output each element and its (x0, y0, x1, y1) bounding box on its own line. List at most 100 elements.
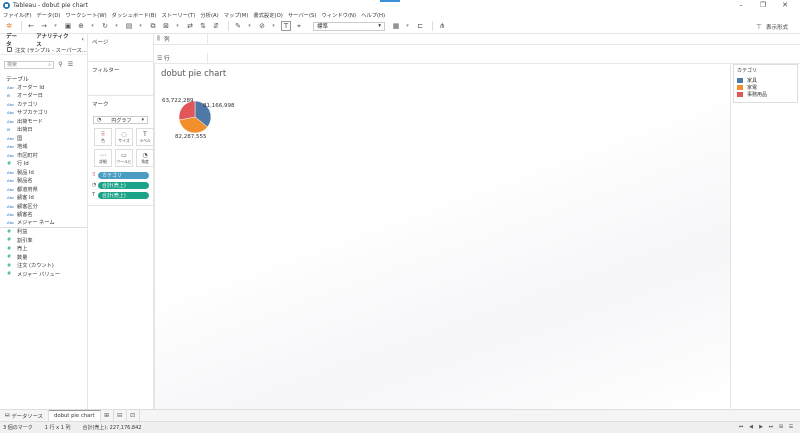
undo-icon[interactable]: ← (26, 21, 36, 31)
duplicate-sheet-icon[interactable]: ⧉ (148, 21, 158, 31)
new-dashboard-tab-icon[interactable]: ⊟ (114, 409, 127, 422)
measure-field[interactable]: # 利益 (0, 228, 87, 237)
filters-card[interactable]: フィルター (88, 62, 153, 96)
group-icon[interactable]: ⊘ (257, 21, 267, 31)
dimension-field[interactable]: Abc 国 (0, 134, 87, 143)
color-button[interactable]: ⠿ 色 (94, 128, 112, 146)
menu-analysis[interactable]: 分析(A) (200, 11, 218, 19)
dimension-field[interactable]: Abc メジャー ネーム (0, 219, 87, 228)
collapse-pane-icon[interactable]: ‹ (82, 36, 84, 43)
redo-dropdown-icon[interactable]: ▾ (52, 21, 59, 31)
menu-server[interactable]: サーバー(S) (288, 11, 317, 19)
dimension-field[interactable]: ⊟ オーダー日 (0, 92, 87, 101)
dimension-field[interactable]: Abc 製品名 (0, 177, 87, 186)
color-legend[interactable]: カテゴリ 家具 家電 事務用品 (733, 64, 798, 103)
group-dropdown-icon[interactable]: ▾ (270, 21, 277, 31)
mark-type-dropdown[interactable]: ◔ 円グラフ ▾ (93, 116, 148, 124)
dimension-field[interactable]: Abc 都道府県 (0, 185, 87, 194)
measure-field[interactable]: # メジャー バリュー (0, 270, 87, 279)
dimension-field[interactable]: Abc 顧客 Id (0, 194, 87, 203)
show-me-button[interactable]: ⊤ 表示形式 (754, 22, 788, 32)
maximize-button[interactable]: ❐ (752, 0, 774, 10)
dimension-field[interactable]: Abc 顧客区分 (0, 202, 87, 211)
dimension-field[interactable]: Abc 製品 Id (0, 168, 87, 177)
show-labels-icon[interactable]: T (281, 21, 291, 31)
menu-map[interactable]: マップ(M) (224, 11, 249, 19)
view-options-icon[interactable]: ☰ (67, 60, 74, 70)
measure-field[interactable]: # 割引率 (0, 236, 87, 245)
search-input[interactable]: 検索 ⌕ (4, 60, 54, 69)
save-icon[interactable]: ▣ (63, 21, 73, 31)
dimension-field[interactable]: Abc オーダー Id (0, 83, 87, 92)
size-button[interactable]: ◌ サイズ (115, 128, 133, 146)
clear-dropdown-icon[interactable]: ▾ (174, 21, 181, 31)
new-worksheet-dropdown-icon[interactable]: ▾ (137, 21, 144, 31)
dimension-field[interactable]: Abc 出荷モード (0, 117, 87, 126)
filter-icon[interactable]: ⚲ (57, 60, 64, 70)
detail-button[interactable]: ⋯ 詳細 (94, 149, 112, 167)
dimension-field[interactable]: Abc カテゴリ (0, 100, 87, 109)
share-icon[interactable]: ⋔ (437, 21, 447, 31)
menu-file[interactable]: ファイル(F) (3, 11, 31, 19)
toggle-cards-icon[interactable]: ▦ (391, 21, 401, 31)
nav-first-icon[interactable]: ⏮ (736, 424, 746, 430)
columns-shelf[interactable]: ⫼ 列 (154, 33, 800, 45)
fix-axes-icon[interactable]: ⌖ (294, 21, 304, 31)
dimension-field[interactable]: Abc 市区町村 (0, 151, 87, 160)
minimize-button[interactable]: – (730, 0, 752, 10)
dimension-field[interactable]: Abc 顧客名 (0, 211, 87, 220)
legend-item[interactable]: 家電 (737, 84, 794, 91)
new-worksheet-tab-icon[interactable]: ⊞ (101, 409, 114, 422)
swap-icon[interactable]: ⇄ (185, 21, 195, 31)
measure-field[interactable]: # 注文 (カウント) (0, 262, 87, 271)
menu-data[interactable]: データ(D) (36, 11, 60, 19)
measure-field[interactable]: # 数量 (0, 253, 87, 262)
sales-angle-pill[interactable]: 合計(売上) (97, 181, 149, 189)
new-story-tab-icon[interactable]: ⊡ (127, 409, 140, 422)
nav-next-icon[interactable]: ▶ (756, 424, 766, 430)
menu-format[interactable]: 書式設定(O) (253, 11, 283, 19)
refresh-icon[interactable]: ↻ (100, 21, 110, 31)
nav-last-icon[interactable]: ⏭ (766, 424, 776, 430)
pages-card[interactable]: ページ (88, 34, 153, 62)
measure-field[interactable]: # 売上 (0, 245, 87, 254)
dimension-field[interactable]: # 行 Id (0, 160, 87, 169)
grid-view-icon[interactable]: ⊞ (776, 424, 786, 430)
legend-item[interactable]: 事務用品 (737, 91, 794, 98)
redo-icon[interactable]: → (39, 21, 49, 31)
clear-sheet-icon[interactable]: ⊠ (161, 21, 171, 31)
fit-dropdown[interactable]: 標準 ▾ (313, 21, 385, 31)
dimension-field[interactable]: Abc サブカテゴリ (0, 109, 87, 118)
pie-chart[interactable]: 81,166,998 82,287,555 63,722,289 (155, 64, 730, 409)
nav-prev-icon[interactable]: ◀ (746, 424, 756, 430)
angle-button[interactable]: ◔ 角度 (136, 149, 154, 167)
datasource-dropdown-icon[interactable]: ▾ (89, 21, 96, 31)
highlight-icon[interactable]: ✎ (233, 21, 243, 31)
tab-sheet[interactable]: dobut pie chart (48, 409, 101, 422)
list-view-icon[interactable]: ☰ (786, 424, 796, 430)
cards-dropdown-icon[interactable]: ▾ (404, 21, 411, 31)
menu-window[interactable]: ウィンドウ(N) (321, 11, 356, 19)
menu-dashboard[interactable]: ダッシュボード(B) (112, 11, 157, 19)
new-worksheet-icon[interactable]: ▤ (124, 21, 134, 31)
refresh-dropdown-icon[interactable]: ▾ (113, 21, 120, 31)
tableau-start-icon[interactable]: ✲ (4, 21, 14, 31)
legend-item[interactable]: 家具 (737, 77, 794, 84)
menu-help[interactable]: ヘルプ(H) (361, 11, 385, 19)
sales-label-pill[interactable]: 合計(売上) (97, 191, 149, 199)
sort-ascending-icon[interactable]: ⇅ (198, 21, 208, 31)
close-button[interactable]: ✕ (774, 0, 796, 10)
new-datasource-icon[interactable]: ⊕ (76, 21, 86, 31)
view-canvas[interactable]: dobut pie chart 81,166,998 82,287,555 63,7… (154, 64, 730, 409)
menu-worksheet[interactable]: ワークシート(W) (65, 11, 106, 19)
menu-story[interactable]: ストーリー(T) (162, 11, 196, 19)
highlight-dropdown-icon[interactable]: ▾ (246, 21, 253, 31)
sort-descending-icon[interactable]: ⇵ (211, 21, 221, 31)
dimension-field[interactable]: ⊟ 出荷日 (0, 126, 87, 135)
category-pill[interactable]: カテゴリ (97, 171, 149, 179)
dimension-field[interactable]: Abc 地域 (0, 143, 87, 152)
label-button[interactable]: T ラベル (136, 128, 154, 146)
tooltip-button[interactable]: ▭ ツールヒ (115, 149, 133, 167)
presentation-mode-icon[interactable]: ⊏ (415, 21, 425, 31)
rows-shelf[interactable]: ☰ 行 (154, 52, 800, 64)
